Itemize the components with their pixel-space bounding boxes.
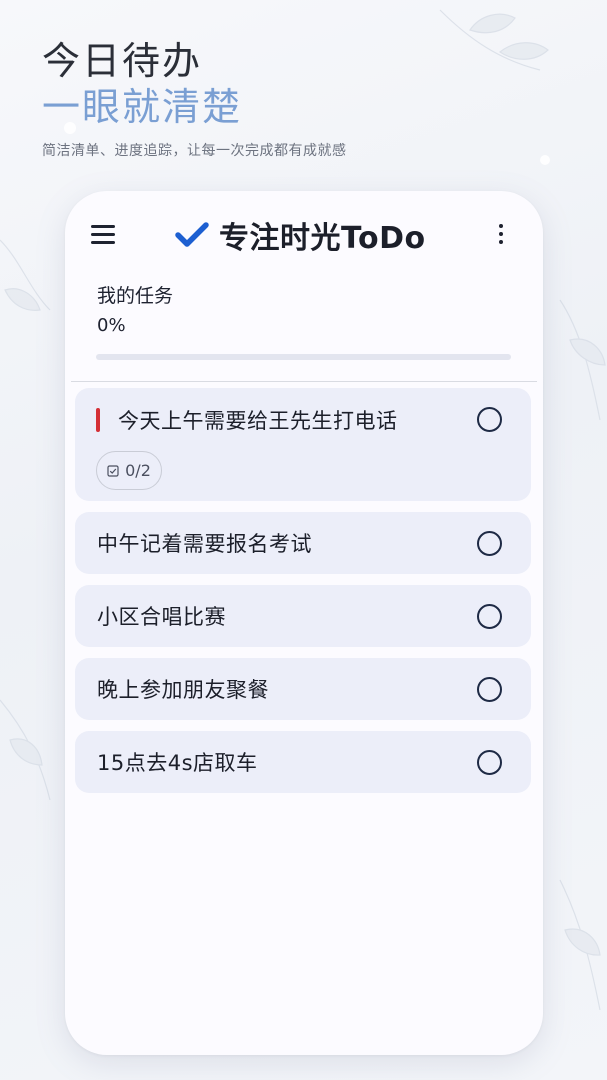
promo-title-line2: 一眼就清楚	[42, 85, 243, 129]
more-vert-icon[interactable]	[493, 221, 509, 247]
app-bar: 专注时光ToDo	[65, 191, 543, 279]
progress-percent: 0%	[97, 315, 126, 336]
promo-subtitle: 简洁清单、进度追踪，让每一次完成都有成就感	[42, 143, 347, 159]
task-label: 小区合唱比赛	[97, 605, 226, 629]
phone-frame: 专注时光ToDo 我的任务 0% 今天上午需要给王先生打电话 0/2 中午记着需…	[65, 191, 543, 1055]
task-label: 今天上午需要给王先生打电话	[118, 409, 398, 433]
task-item[interactable]: 今天上午需要给王先生打电话 0/2	[75, 388, 531, 501]
checkmark-icon	[175, 222, 209, 247]
complete-checkbox[interactable]	[477, 677, 502, 702]
task-item[interactable]: 小区合唱比赛	[75, 585, 531, 647]
task-list: 今天上午需要给王先生打电话 0/2 中午记着需要报名考试 小区合唱比赛 晚上参加…	[75, 388, 531, 804]
promo-headline: 今日待办 一眼就清楚 简洁清单、进度追踪，让每一次完成都有成就感	[42, 38, 347, 160]
promo-title-line1: 今日待办	[42, 39, 203, 83]
list-title: 我的任务	[97, 285, 174, 307]
task-item[interactable]: 中午记着需要报名考试	[75, 512, 531, 574]
complete-checkbox[interactable]	[477, 604, 502, 629]
task-item[interactable]: 15点去4s店取车	[75, 731, 531, 793]
divider	[71, 381, 537, 382]
progress-bar	[96, 354, 511, 360]
app-title: 专注时光ToDo	[219, 221, 426, 256]
task-item[interactable]: 晚上参加朋友聚餐	[75, 658, 531, 720]
subtask-chip[interactable]: 0/2	[96, 451, 162, 490]
menu-icon[interactable]	[91, 221, 121, 247]
app-title-group: 专注时光ToDo	[175, 215, 426, 256]
task-label: 15点去4s店取车	[97, 751, 258, 775]
task-label: 中午记着需要报名考试	[97, 532, 312, 556]
subtask-count: 0/2	[125, 461, 151, 480]
task-label: 晚上参加朋友聚餐	[97, 678, 269, 702]
complete-checkbox[interactable]	[477, 531, 502, 556]
checkbox-icon	[107, 464, 119, 477]
complete-checkbox[interactable]	[477, 407, 502, 432]
priority-indicator	[96, 408, 100, 432]
complete-checkbox[interactable]	[477, 750, 502, 775]
